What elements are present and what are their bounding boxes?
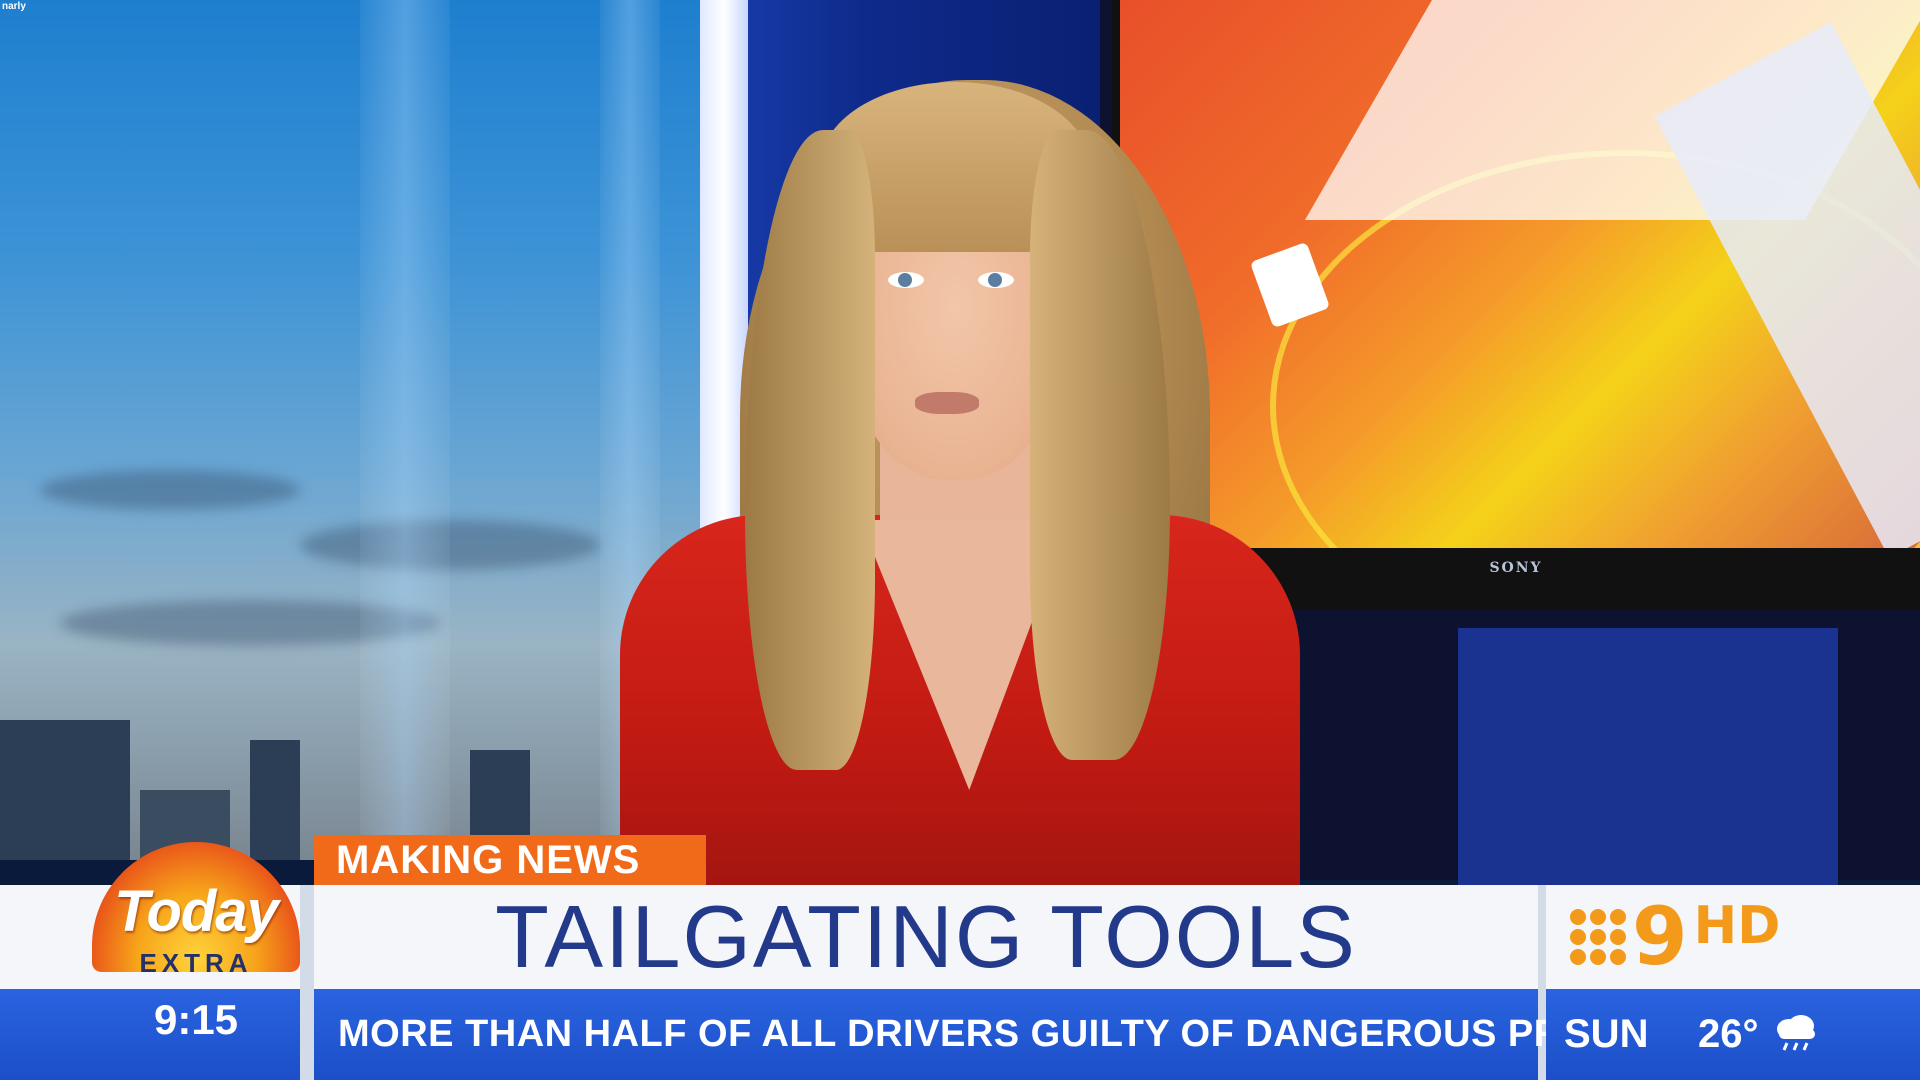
- studio-monitor: SONY: [1112, 0, 1920, 610]
- hd-logo-label: HD: [1693, 896, 1781, 956]
- watermark: narly: [2, 1, 26, 12]
- cloud-rain-icon: [1771, 1013, 1821, 1056]
- subheadline-bar: MORE THAN HALF OF ALL DRIVERS GUILTY OF …: [314, 989, 1706, 1080]
- making-news-kicker: MAKING NEWS: [314, 835, 706, 885]
- nine-logo-number: 9: [1632, 890, 1688, 983]
- studio-blue-panel: [1458, 628, 1838, 888]
- channel-nine-hd-logo: 9 HD: [1546, 885, 1920, 989]
- weather-bar: SUN 26°: [1546, 989, 1920, 1080]
- today-extra-label: EXTRA: [139, 948, 253, 978]
- clock-time: 9:15: [153, 996, 239, 1043]
- weather-day: SUN: [1564, 1012, 1649, 1056]
- monitor-screen: [1120, 0, 1920, 548]
- weather-temperature: 26°: [1698, 1012, 1759, 1056]
- headline-bar: TAILGATING TOOLS: [314, 885, 1538, 989]
- headline-text: TAILGATING TOOLS: [495, 887, 1357, 986]
- subheadline-text: MORE THAN HALF OF ALL DRIVERS GUILTY OF …: [338, 1013, 1707, 1055]
- city-skyline-backdrop: [0, 0, 700, 860]
- today-logo-text: Today: [114, 879, 279, 944]
- nine-dots-icon: [1570, 909, 1626, 965]
